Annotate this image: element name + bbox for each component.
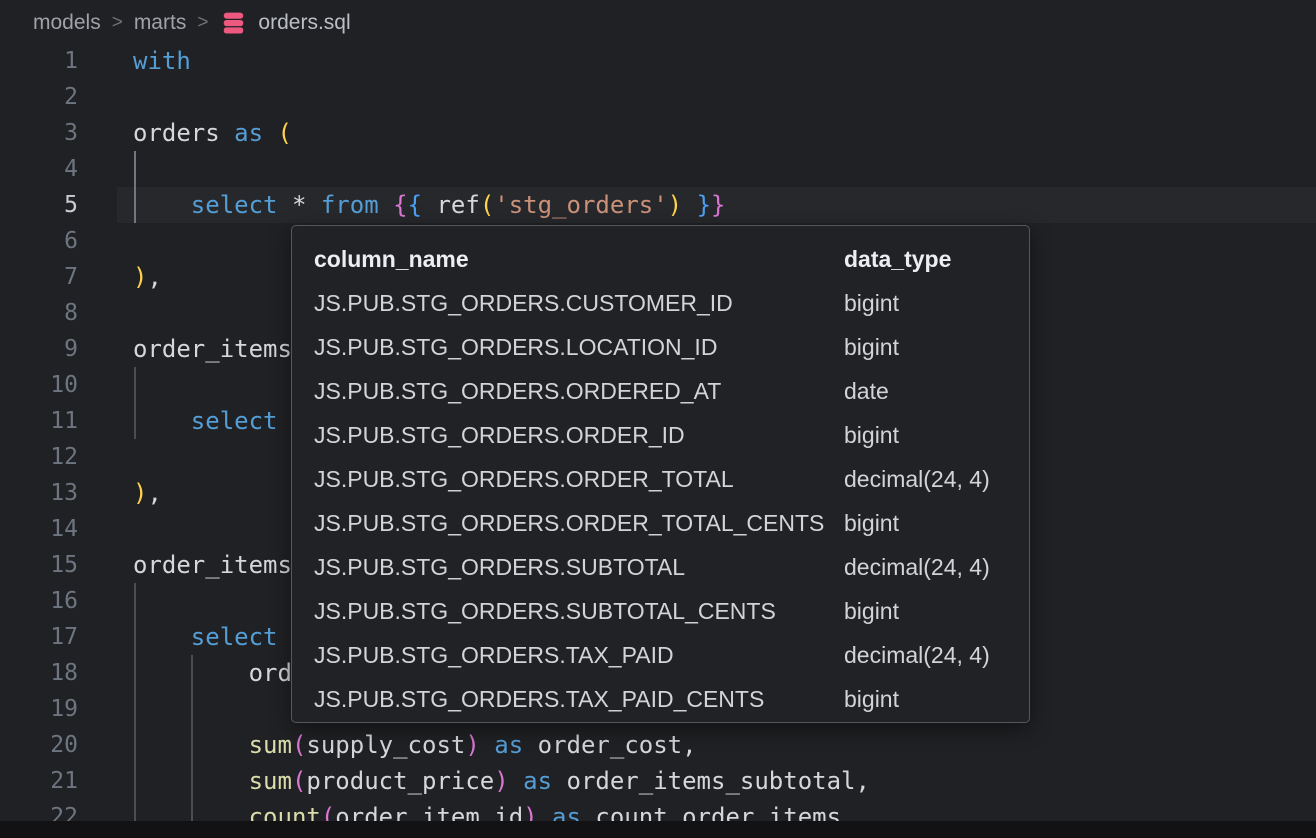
- popup-header-column-name: column_name: [314, 237, 469, 281]
- popup-cell-column-name: JS.PUB.STG_ORDERS.SUBTOTAL: [314, 545, 685, 589]
- popup-cell-column-name: JS.PUB.STG_ORDERS.ORDER_ID: [314, 413, 685, 457]
- popup-cell-column-name: JS.PUB.STG_ORDERS.TAX_PAID_CENTS: [314, 677, 764, 721]
- code-line[interactable]: 3 orders as (: [0, 115, 1316, 151]
- code-text: select: [133, 403, 278, 439]
- line-number: 1: [0, 43, 78, 79]
- popup-cell-column-name: JS.PUB.STG_ORDERS.CUSTOMER_ID: [314, 281, 733, 325]
- popup-row: JS.PUB.STG_ORDERS.LOCATION_ID bigint: [292, 325, 1029, 369]
- line-number: 8: [0, 295, 78, 331]
- code-text: ),: [133, 475, 162, 511]
- line-number: 5: [0, 187, 78, 223]
- popup-row: JS.PUB.STG_ORDERS.ORDER_ID bigint: [292, 413, 1029, 457]
- popup-header-row: column_name data_type: [292, 237, 1029, 281]
- popup-row: JS.PUB.STG_ORDERS.TAX_PAID decimal(24, 4): [292, 633, 1029, 677]
- line-number: 12: [0, 439, 78, 475]
- code-line[interactable]: 4: [0, 151, 1316, 187]
- line-number: 16: [0, 583, 78, 619]
- line-number: 4: [0, 151, 78, 187]
- code-text: select * from {{ ref('stg_orders') }}: [133, 187, 725, 223]
- popup-cell-data-type: bigint: [844, 501, 899, 545]
- line-number: 2: [0, 79, 78, 115]
- line-number: 9: [0, 331, 78, 367]
- line-number: 10: [0, 367, 78, 403]
- line-number: 21: [0, 763, 78, 799]
- line-number: 18: [0, 655, 78, 691]
- code-text: with: [133, 43, 191, 79]
- line-number: 19: [0, 691, 78, 727]
- popup-cell-column-name: JS.PUB.STG_ORDERS.ORDERED_AT: [314, 369, 721, 413]
- popup-row: JS.PUB.STG_ORDERS.ORDER_TOTAL_CENTS bigin…: [292, 501, 1029, 545]
- code-text: order_items: [133, 547, 292, 583]
- popup-cell-column-name: JS.PUB.STG_ORDERS.TAX_PAID: [314, 633, 674, 677]
- line-number: 20: [0, 727, 78, 763]
- popup-cell-data-type: bigint: [844, 677, 899, 721]
- popup-cell-column-name: JS.PUB.STG_ORDERS.ORDER_TOTAL: [314, 457, 734, 501]
- popup-cell-data-type: bigint: [844, 589, 899, 633]
- line-number: 15: [0, 547, 78, 583]
- code-text: ),: [133, 259, 162, 295]
- code-text: orders as (: [133, 115, 292, 151]
- popup-row: JS.PUB.STG_ORDERS.SUBTOTAL_CENTS bigint: [292, 589, 1029, 633]
- line-number: 6: [0, 223, 78, 259]
- line-number: 13: [0, 475, 78, 511]
- popup-cell-column-name: JS.PUB.STG_ORDERS.SUBTOTAL_CENTS: [314, 589, 776, 633]
- popup-cell-data-type: bigint: [844, 281, 899, 325]
- popup-row: JS.PUB.STG_ORDERS.ORDER_TOTAL decimal(24,…: [292, 457, 1029, 501]
- code-line[interactable]: 21 sum(product_price) as order_items_sub…: [0, 763, 1316, 799]
- popup-cell-data-type: date: [844, 369, 889, 413]
- code-line[interactable]: 20 sum(supply_cost) as order_cost,: [0, 727, 1316, 763]
- popup-header-data-type: data_type: [844, 237, 951, 281]
- line-number: 11: [0, 403, 78, 439]
- popup-row: JS.PUB.STG_ORDERS.TAX_PAID_CENTS bigint: [292, 677, 1029, 721]
- popup-cell-data-type: bigint: [844, 325, 899, 369]
- line-number: 7: [0, 259, 78, 295]
- popup-row: JS.PUB.STG_ORDERS.CUSTOMER_ID bigint: [292, 281, 1029, 325]
- popup-cell-column-name: JS.PUB.STG_ORDERS.LOCATION_ID: [314, 325, 717, 369]
- popup-cell-data-type: bigint: [844, 413, 899, 457]
- popup-cell-data-type: decimal(24, 4): [844, 457, 990, 501]
- line-number: 17: [0, 619, 78, 655]
- code-line[interactable]: 5 select * from {{ ref('stg_orders') }}: [0, 187, 1316, 223]
- popup-cell-data-type: decimal(24, 4): [844, 633, 990, 677]
- popup-cell-data-type: decimal(24, 4): [844, 545, 990, 589]
- code-editor-window: models > marts > orders.sql 1with23order…: [0, 0, 1316, 838]
- popup-row: JS.PUB.STG_ORDERS.SUBTOTAL decimal(24, 4): [292, 545, 1029, 589]
- code-text: sum(product_price) as order_items_subtot…: [133, 763, 870, 799]
- code-text: ord: [133, 655, 292, 691]
- column-info-popup: column_name data_type JS.PUB.STG_ORDERS.…: [291, 225, 1030, 723]
- code-line[interactable]: 2: [0, 79, 1316, 115]
- code-text: select: [133, 619, 278, 655]
- panel-edge: [0, 821, 1316, 838]
- code-text: sum(supply_cost) as order_cost,: [133, 727, 697, 763]
- code-text: order_items: [133, 331, 292, 367]
- popup-cell-column-name: JS.PUB.STG_ORDERS.ORDER_TOTAL_CENTS: [314, 501, 824, 545]
- line-number: 3: [0, 115, 78, 151]
- code-line[interactable]: 1 with: [0, 43, 1316, 79]
- popup-row: JS.PUB.STG_ORDERS.ORDERED_AT date: [292, 369, 1029, 413]
- line-number: 14: [0, 511, 78, 547]
